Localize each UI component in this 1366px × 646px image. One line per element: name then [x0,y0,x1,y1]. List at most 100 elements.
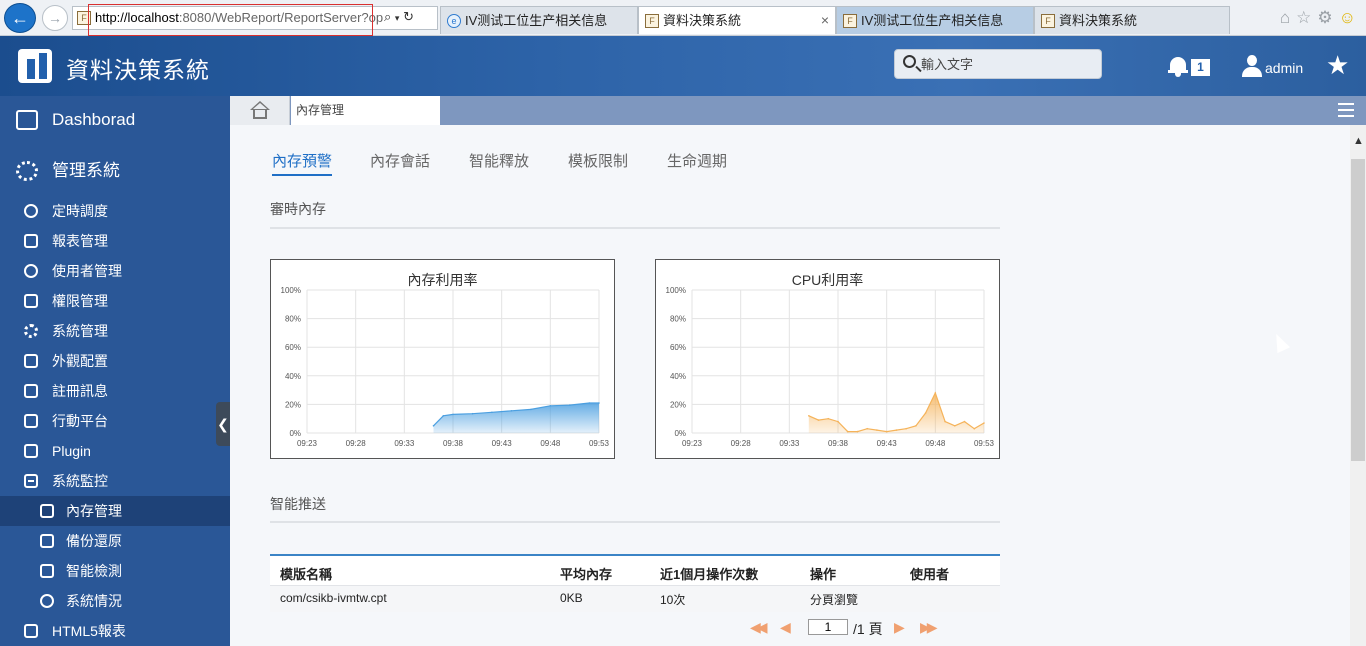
star-icon[interactable]: ★ [1326,50,1349,81]
sidebar-item-6[interactable]: 外觀配置 [0,346,230,376]
close-tab-icon[interactable]: × [821,7,829,34]
data-point [817,419,820,421]
sidebar-item-3[interactable]: 使用者管理 [0,256,230,286]
prev-page-icon[interactable]: ◀ [780,619,791,636]
subtab-2[interactable]: 內存會話 [370,150,430,176]
next-page-icon[interactable]: ▶ [894,619,905,636]
username-label[interactable]: admin [1265,60,1303,76]
data-point [510,410,513,412]
data-point [983,422,985,424]
dropdown-icon[interactable]: ▾ [395,13,400,23]
data-point [895,429,898,431]
subtab-5[interactable]: 生命週期 [667,150,727,176]
y-tick-label: 0% [674,429,686,438]
sidebar-item-sub-4[interactable]: 系統情況 [0,586,230,616]
section-divider [270,227,1000,229]
browser-tab-2[interactable]: F 資料決策系統 × [638,6,836,34]
refresh-icon[interactable]: ↻ [403,9,414,24]
x-tick-label: 09:33 [394,439,415,448]
sidebar-item-html5[interactable]: HTML5報表 [0,616,230,646]
x-tick-label: 09:48 [925,439,946,448]
sidebar-item-top-2[interactable]: 管理系統 [0,151,230,191]
gear-icon [16,161,38,181]
home-icon[interactable]: ⌂ [1280,8,1296,27]
vertical-scrollbar[interactable]: ▲ [1350,125,1366,646]
data-point [827,417,830,420]
search-box[interactable] [894,49,1102,79]
address-tools: ⌕ ▾ ↻ [384,9,414,25]
home-tab-button[interactable] [230,96,290,125]
data-point [934,392,937,394]
data-point [598,402,600,404]
feedback-smiley-icon[interactable]: ☺ [1339,8,1362,27]
browser-toolbar: ← → F http://localhost:8080/WebReport/Re… [0,0,1366,36]
sidebar-item-4[interactable]: 權限管理 [0,286,230,316]
report-icon [24,234,38,248]
data-point [530,408,532,411]
app-header: 資料決策系統 1 admin ★ [0,36,1366,96]
dashboard-icon [16,110,38,130]
sidebar-item-label: 管理系統 [52,161,120,180]
first-page-icon[interactable]: ◀◀ [750,619,767,636]
data-point [491,411,493,414]
speedometer-icon [40,594,54,608]
settings-gear-icon[interactable]: ⚙ [1317,8,1338,27]
sidebar-item-label: 使用者管理 [52,263,122,279]
sidebar-item-9[interactable]: Plugin [0,436,230,466]
back-arrow-icon[interactable]: ← [4,3,36,33]
notification-badge[interactable]: 1 [1191,59,1210,76]
bell-icon[interactable] [1168,55,1188,77]
sidebar-item-5[interactable]: 系統管理 [0,316,230,346]
y-tick-label: 80% [285,315,301,324]
cell-operation-link[interactable]: 分頁瀏覽 [810,591,858,608]
x-tick-label: 09:23 [297,439,318,448]
cpu-usage-chart: CPU利用率 0% 20% 40% 60% 80% 100% 09:23 09:28 09:33… [655,259,1000,459]
backup-icon [40,534,54,548]
section-divider [270,521,1000,523]
sidebar-collapse-handle[interactable]: ❮ [216,402,230,446]
favorites-star-icon[interactable]: ☆ [1296,8,1317,27]
sidebar-item-1[interactable]: 定時調度 [0,196,230,226]
sidebar-item-8[interactable]: 行動平台 [0,406,230,436]
data-point [866,427,868,430]
sidebar-item-7[interactable]: 註冊訊息 [0,376,230,406]
sidebar-item-sub-1[interactable]: 內存管理 [0,496,230,526]
subtab-3[interactable]: 智能釋放 [469,150,529,176]
browser-tab-3[interactable]: F IV测试工位生产相关信息 [836,6,1034,34]
push-table: 模版名稱 平均內存 近1個月操作次數 操作 使用者 com/csikb-ivmt… [270,554,1000,612]
subtab-4[interactable]: 模板限制 [568,150,628,176]
sidebar-item-label: 外觀配置 [52,353,108,369]
x-tick-label: 09:28 [346,439,367,448]
column-header-operation: 操作 [810,567,837,582]
cell-avg-memory: 0KB [560,591,583,605]
content-tab-memory[interactable]: 內存管理 [291,96,440,125]
search-icon[interactable]: ⌕ [384,9,391,24]
data-point [808,415,810,417]
page-number-input[interactable] [808,619,848,635]
lock-icon [24,294,38,308]
y-tick-label: 100% [666,286,686,295]
y-tick-label: 20% [670,400,686,409]
x-tick-label: 09:38 [443,439,464,448]
data-point [549,405,552,407]
sidebar-item-2[interactable]: 報表管理 [0,226,230,256]
data-point [973,427,976,430]
browser-tab-1[interactable]: e IV测试工位生产相关信息 [440,6,638,34]
forward-arrow-icon[interactable]: → [42,5,68,31]
hamburger-menu-icon[interactable] [1338,103,1354,117]
search-input[interactable] [921,54,1097,74]
user-icon[interactable] [1242,55,1262,77]
sidebar-item-top-1[interactable]: Dashborad [0,100,230,140]
data-point [876,429,878,431]
subtab-1[interactable]: 內存預警 [272,150,333,176]
scroll-up-icon[interactable]: ▲ [1353,135,1364,147]
data-point [452,413,454,416]
browser-tab-4[interactable]: F 資料決策系統 [1034,6,1230,34]
scroll-thumb[interactable] [1351,159,1365,461]
ie-page-icon: e [447,14,461,28]
sidebar-item-sub-3[interactable]: 智能檢測 [0,556,230,586]
y-tick-label: 80% [670,315,686,324]
sidebar-item-10[interactable]: 系統監控 [0,466,230,496]
sidebar-item-sub-2[interactable]: 備份還原 [0,526,230,556]
last-page-icon[interactable]: ▶▶ [920,619,937,636]
